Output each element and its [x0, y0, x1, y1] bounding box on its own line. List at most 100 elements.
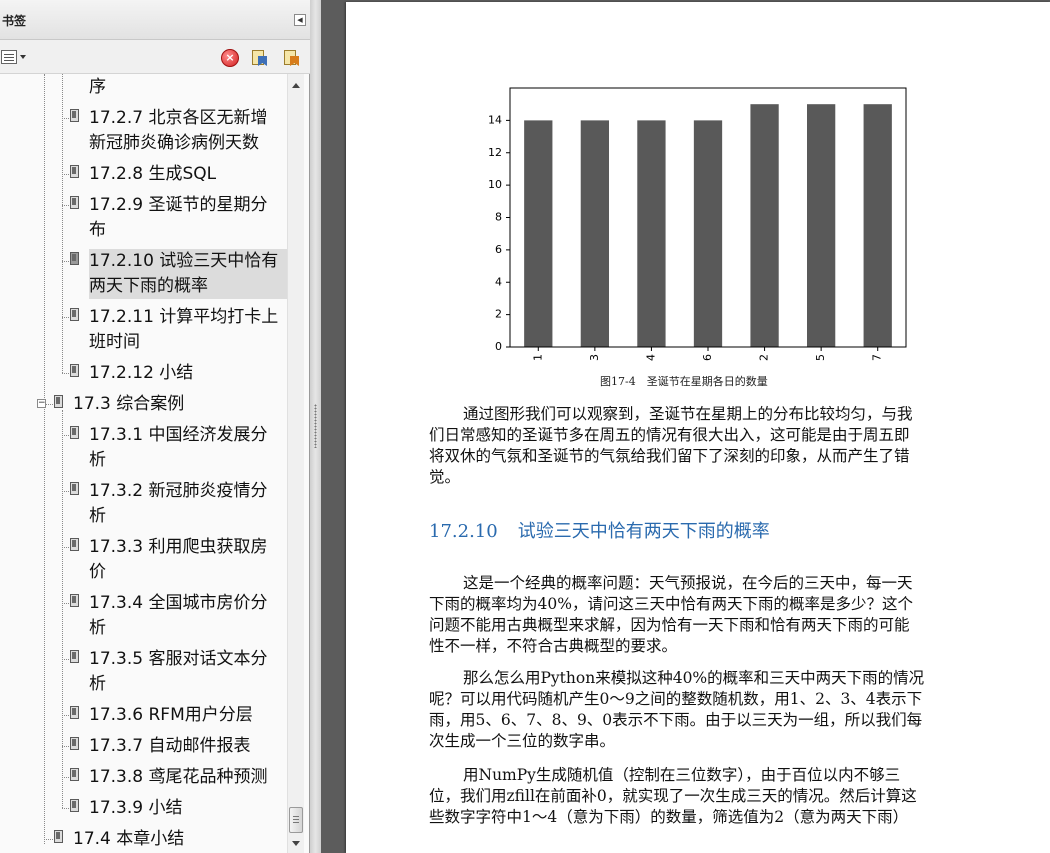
bookmark-item[interactable]: 17.2.11 计算平均打卡上 班时间 [89, 305, 278, 355]
scroll-thumb[interactable] [289, 807, 303, 833]
chart-bar [807, 104, 836, 347]
chart-bar [637, 120, 666, 347]
bookmark-label: 17.3.4 全国城市房价分析 [89, 591, 267, 641]
paragraph-line: 次生成一个三位的数字串。 [429, 732, 616, 750]
bookmark-item[interactable]: 17.3.4 全国城市房价分析 [89, 591, 267, 641]
bookmark-icon [70, 768, 79, 781]
paragraph-line: 将双休的气氛和圣诞节的气氛给我们留下了深刻的印象，从而产生了错 [429, 447, 910, 465]
bookmark-item[interactable]: 17.3.9 小结 [89, 796, 182, 821]
bookmark-label-line: 布 [89, 220, 106, 240]
bookmark-label-line: 17.3.7 自动邮件报表 [89, 736, 251, 756]
bookmark-item[interactable]: 序 [89, 75, 106, 100]
bookmark-item[interactable]: 17.3.1 中国经济发展分析 [89, 423, 267, 473]
bookmark-label: 17.2.7 北京各区无新增 新冠肺炎确诊病例天数 [89, 106, 267, 156]
bookmark-item[interactable]: 17.3.7 自动邮件报表 [89, 734, 250, 759]
bookmark-label-line: 序 [89, 77, 106, 97]
splitter-grip-icon[interactable] [314, 404, 317, 448]
bookmark-icon [70, 252, 79, 265]
bookmark-label-line: 17.3.3 利用爬虫获取房 [89, 537, 268, 557]
bar-chart: 1 3 4 6 2 5 7 0 2 4 6 8 10 12 14 [488, 87, 907, 361]
bookmark-item[interactable]: 17.3.5 客服对话文本分析 [89, 647, 267, 697]
bookmark-label-line: 17.3.8 鸢尾花品种预测 [89, 767, 268, 787]
bookmark-label-line: 17.3.1 中国经济发展分 [89, 425, 268, 445]
options-icon[interactable] [1, 50, 29, 66]
tree-guide-line [62, 410, 63, 808]
delete-icon[interactable]: × [221, 49, 239, 67]
bookmark-label: 17.3.5 客服对话文本分析 [89, 647, 267, 697]
chart-bar [580, 120, 609, 347]
bookmark-item[interactable]: 17.2.10 试验三天中恰有 两天下雨的概率 [89, 249, 287, 299]
paragraph-line: 性不一样，不符合古典概型的要求。 [429, 637, 678, 655]
bookmarks-scrollbar[interactable] [287, 74, 304, 853]
bookmark-label-line: 价 [89, 562, 106, 582]
scroll-up-arrow-icon[interactable] [292, 83, 300, 88]
bookmark-label: 17.3 综合案例 [73, 392, 184, 417]
collapse-panel-button[interactable]: ◀ [294, 14, 306, 26]
bookmark-icon [70, 706, 79, 719]
paragraph-line: 呢？可以用代码随机产生0～9之间的整数随机数，用1、2、3、4表示下 [429, 690, 923, 708]
tree-connector [62, 547, 69, 548]
bookmark-icon [54, 395, 63, 408]
tree-connector [62, 174, 69, 175]
bookmark-icon [70, 165, 79, 178]
bookmark-item[interactable]: 17.2.7 北京各区无新增 新冠肺炎确诊病例天数 [89, 106, 267, 156]
x-tick-label: 6 [701, 354, 714, 361]
paragraph-line: 些数字字符中1～4（意为下雨）的数量，筛选值为2（意为两天下雨） [429, 808, 909, 826]
bookmark-icon [70, 799, 79, 812]
tree-connector [62, 435, 69, 436]
bookmark-label-line: 17.3.6 RFM用户分层 [89, 705, 253, 725]
bookmark-label: 17.3.7 自动邮件报表 [89, 734, 250, 759]
y-tick-label: 6 [495, 243, 502, 256]
bookmark-label-line: 析 [89, 506, 106, 526]
bookmark-label-line: 17.4 本章小结 [73, 829, 185, 849]
bookmark-item[interactable]: 17.3.3 利用爬虫获取房价 [89, 535, 267, 585]
bookmark-icon [70, 737, 79, 750]
tree-connector [62, 118, 69, 119]
bookmark-item[interactable]: 17.2.12 小结 [89, 361, 193, 386]
bookmark-item[interactable]: 17.3.8 鸢尾花品种预测 [89, 765, 267, 790]
bookmark-label-line: 17.2.9 圣诞节的星期分 [89, 195, 268, 215]
scroll-down-arrow-icon[interactable] [292, 841, 300, 846]
bookmark-label-line: 析 [89, 450, 106, 470]
panel-splitter[interactable] [310, 0, 321, 853]
bookmark-item[interactable]: 17.3 综合案例 [73, 392, 184, 417]
bookmark-label: 17.4 本章小结 [73, 827, 184, 852]
bookmarks-toolbar: × [0, 40, 310, 74]
bookmark-icon [70, 482, 79, 495]
bookmark-item[interactable]: 17.3.6 RFM用户分层 [89, 703, 253, 728]
x-tick-label: 7 [871, 354, 884, 361]
bookmark-item[interactable]: 17.2.9 圣诞节的星期分布 [89, 193, 267, 243]
bookmark-label-line: 17.2.7 北京各区无新增 [89, 108, 268, 128]
paragraph-line: 通过图形我们可以观察到，圣诞节在星期上的分布比较均匀，与我 [463, 405, 913, 423]
y-tick-label: 12 [488, 146, 502, 159]
chart-bar [693, 120, 723, 347]
bookmarks-panel-header: 书签 ◀ [0, 0, 310, 40]
tree-connector [62, 205, 69, 206]
bookmark-label: 17.3.3 利用爬虫获取房价 [89, 535, 267, 585]
y-tick-label: 8 [495, 211, 502, 224]
bookmark-label: 17.3.8 鸢尾花品种预测 [89, 765, 267, 790]
bookmark-label: 序 [89, 75, 106, 100]
expand-bookmark-icon[interactable] [282, 49, 300, 67]
y-tick-label: 10 [488, 178, 502, 191]
tree-connector [62, 777, 69, 778]
bookmark-item[interactable]: 17.2.8 生成SQL [89, 162, 216, 187]
bookmark-item[interactable]: 17.3.2 新冠肺炎疫情分析 [89, 479, 267, 529]
y-tick-label: 0 [495, 340, 502, 353]
y-tick-label: 4 [495, 275, 502, 288]
bookmark-label-line: 析 [89, 674, 106, 694]
bookmark-label-line: 17.3.4 全国城市房价分 [89, 593, 268, 613]
bookmarks-panel-title: 书签 [2, 14, 27, 28]
y-tick-label: 14 [488, 113, 502, 126]
tree-connector [62, 715, 69, 716]
new-bookmark-icon[interactable] [250, 49, 268, 67]
bookmark-item[interactable]: 17.4 本章小结 [73, 827, 184, 852]
paragraph-problem: 这是一个经典的概率问题：天气预报说，在今后的三天中，每一天 下雨的概率均为40%… [429, 573, 913, 657]
tree-connector [62, 373, 69, 374]
section-title: 试验三天中恰有两天下雨的概率 [517, 521, 770, 542]
tree-connector [62, 491, 69, 492]
bookmark-label-line: 两天下雨的概率 [89, 276, 208, 296]
tree-connector [62, 317, 69, 318]
collapse-toggle-icon[interactable]: − [37, 399, 46, 408]
paragraph-line: 雨，用5、6、7、8、9、0表示不下雨。由于以三天为一组，所以我们每 [429, 711, 923, 729]
